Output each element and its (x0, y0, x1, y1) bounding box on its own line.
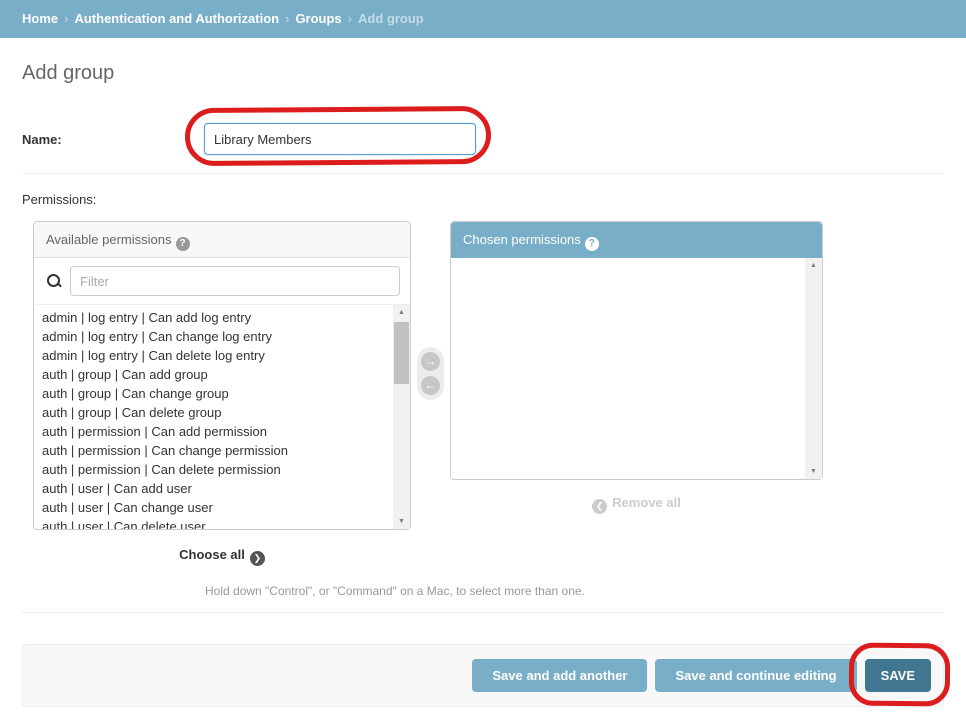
selector-arrow-pill: → ← (417, 347, 444, 400)
breadcrumb-separator: › (285, 11, 289, 26)
scroll-down-icon[interactable]: ▼ (393, 514, 410, 529)
chosen-permissions-box: Chosen permissions? ▲ ▼ (450, 221, 823, 480)
save-button[interactable]: SAVE (865, 659, 931, 692)
filter-row (34, 258, 410, 305)
scroll-down-icon[interactable]: ▼ (805, 464, 822, 479)
permission-option[interactable]: auth | user | Can change user (42, 498, 388, 517)
available-permissions-header: Available permissions? (34, 222, 410, 258)
breadcrumb: Home › Authentication and Authorization › Gr… (0, 0, 966, 38)
scroll-up-icon[interactable]: ▲ (805, 258, 822, 273)
breadcrumb-auth-link[interactable]: Authentication and Authorization (74, 11, 279, 26)
chosen-permissions-title: Chosen permissions (463, 232, 581, 247)
permission-option[interactable]: auth | permission | Can add permission (42, 422, 388, 441)
remove-all-label: Remove all (612, 495, 681, 510)
add-group-page: Home › Authentication and Authorization › Gr… (0, 0, 966, 721)
chevron-left-icon: ❮ (592, 499, 607, 514)
breadcrumb-separator: › (348, 11, 352, 26)
chevron-right-icon: ❯ (250, 551, 265, 566)
breadcrumb-groups-link[interactable]: Groups (295, 11, 341, 26)
save-and-continue-editing-button[interactable]: Save and continue editing (655, 659, 856, 692)
choose-all-label: Choose all (179, 547, 245, 562)
permission-option[interactable]: admin | log entry | Can delete log entry (42, 346, 388, 365)
name-form-row: Name: (22, 111, 944, 174)
add-selected-button[interactable]: → (421, 352, 440, 371)
help-icon[interactable]: ? (176, 237, 190, 251)
available-permissions-title: Available permissions (46, 232, 172, 247)
remove-all-link[interactable]: ❮ Remove all (450, 495, 823, 514)
breadcrumb-home-link[interactable]: Home (22, 11, 58, 26)
permission-option[interactable]: auth | permission | Can delete permissio… (42, 460, 388, 479)
breadcrumb-separator: › (64, 11, 68, 26)
chosen-permissions-header: Chosen permissions? (451, 222, 822, 258)
page-title: Add group (22, 62, 944, 85)
option-list-items: admin | log entry | Can add log entryadm… (42, 308, 388, 529)
content: Add group Name: Permissions: Available p… (0, 38, 966, 707)
selector-middle: → ← (411, 221, 450, 400)
scrollbar-thumb[interactable] (394, 322, 409, 384)
available-permissions-list[interactable]: admin | log entry | Can add log entryadm… (34, 305, 410, 529)
permissions-label: Permissions: (22, 192, 944, 207)
selector-help-text: Hold down "Control", or "Command" on a M… (205, 584, 944, 598)
name-input[interactable] (204, 123, 476, 155)
name-label: Name: (22, 132, 204, 147)
permission-option[interactable]: admin | log entry | Can add log entry (42, 308, 388, 327)
name-input-wrap (204, 123, 476, 155)
choose-all-link[interactable]: Choose all ❯ (33, 547, 411, 566)
save-button-wrap: SAVE (865, 659, 931, 692)
save-and-add-another-button[interactable]: Save and add another (472, 659, 647, 692)
permission-option[interactable]: admin | log entry | Can change log entry (42, 327, 388, 346)
help-icon[interactable]: ? (585, 237, 599, 251)
submit-row: Save and add another Save and continue e… (22, 644, 944, 707)
available-permissions-column: Available permissions? admin | log entry… (33, 221, 411, 566)
search-icon (46, 273, 62, 289)
permission-option[interactable]: auth | permission | Can change permissio… (42, 441, 388, 460)
available-list-scrollbar[interactable]: ▲ ▼ (393, 305, 410, 529)
scroll-up-icon[interactable]: ▲ (393, 305, 410, 320)
remove-selected-button[interactable]: ← (421, 376, 440, 395)
filter-input[interactable] (70, 266, 400, 296)
permission-option[interactable]: auth | group | Can change group (42, 384, 388, 403)
permission-option[interactable]: auth | user | Can add user (42, 479, 388, 498)
permissions-section: Permissions: Available permissions? adm (22, 174, 944, 613)
permission-option[interactable]: auth | user | Can delete user (42, 517, 388, 529)
chosen-permissions-list[interactable]: ▲ ▼ (451, 258, 822, 479)
chosen-list-scrollbar[interactable]: ▲ ▼ (805, 258, 822, 479)
permission-option[interactable]: auth | group | Can delete group (42, 403, 388, 422)
chosen-permissions-column: Chosen permissions? ▲ ▼ ❮ Remove all (450, 221, 823, 514)
section-divider (22, 612, 944, 613)
breadcrumb-current: Add group (358, 11, 424, 26)
permission-option[interactable]: auth | group | Can add group (42, 365, 388, 384)
available-permissions-box: Available permissions? admin | log entry… (33, 221, 411, 530)
permissions-selector: Available permissions? admin | log entry… (33, 221, 944, 566)
